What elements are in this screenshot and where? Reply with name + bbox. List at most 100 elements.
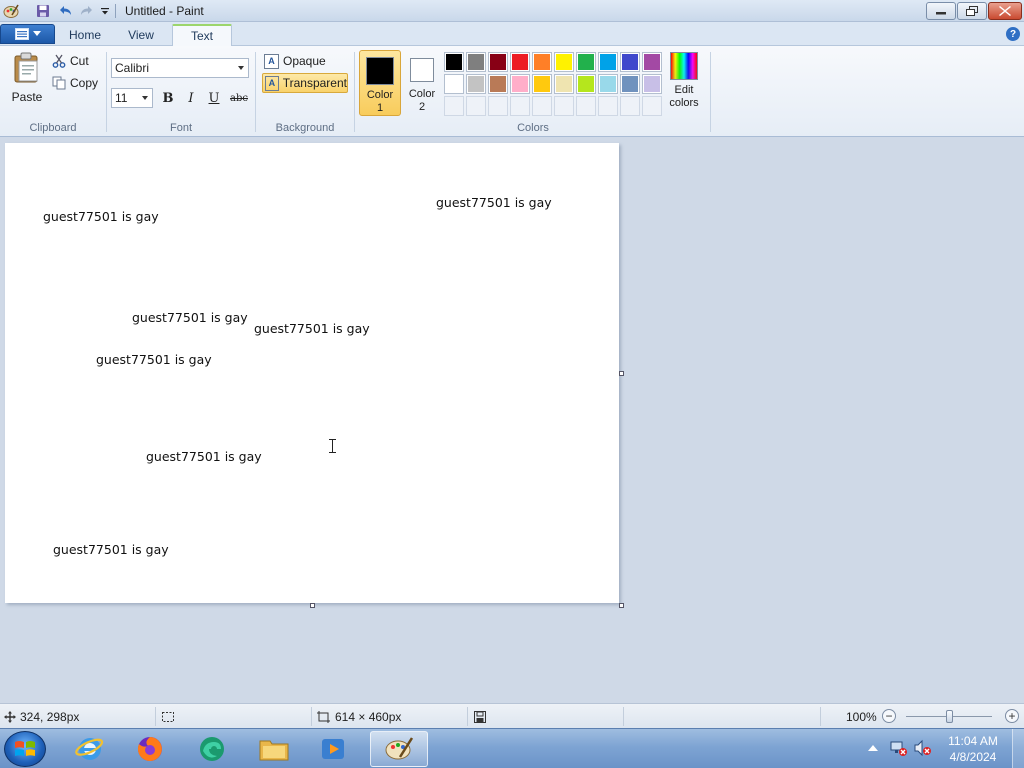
folder-icon [259, 740, 289, 761]
internet-explorer-icon [75, 738, 104, 760]
canvas-text[interactable]: guest77501 is gay [132, 310, 248, 325]
canvas-size: 614 × 460px [317, 704, 401, 729]
resize-handle-right[interactable] [619, 371, 624, 376]
paste-label: Paste [11, 90, 43, 104]
save-icon[interactable] [34, 3, 52, 19]
canvas-text[interactable]: guest77501 is gay [436, 195, 552, 210]
italic-button[interactable]: I [180, 88, 202, 108]
minimize-button[interactable] [926, 2, 956, 20]
file-size [474, 704, 486, 729]
status-separator [623, 707, 624, 726]
font-group: Calibri 11 B I U abc Font [107, 46, 255, 137]
ribbon-tab-row: Home View Text ? [0, 22, 1024, 46]
network-tray-icon[interactable] [890, 737, 908, 759]
volume-tray-icon[interactable] [914, 737, 932, 759]
tab-home-label: Home [68, 28, 101, 42]
canvas-text[interactable]: guest77501 is gay [96, 352, 212, 367]
media-player-taskbar-button[interactable] [306, 731, 362, 767]
font-size-value: 11 [115, 91, 128, 105]
cut-label: Cut [70, 54, 89, 68]
paint-app-icon[interactable] [2, 3, 20, 19]
group-separator [710, 52, 711, 132]
tab-home[interactable]: Home [58, 24, 112, 46]
file-explorer-taskbar-button[interactable] [246, 731, 302, 767]
selection-icon [162, 711, 174, 722]
window-title: Untitled - Paint [125, 4, 204, 18]
copy-button[interactable]: Copy [52, 74, 98, 92]
font-family-value: Calibri [115, 61, 150, 75]
start-button[interactable] [4, 731, 46, 767]
bold-button[interactable]: B [157, 88, 179, 108]
status-separator [155, 707, 156, 726]
speaker-muted-icon [914, 739, 931, 757]
tab-view[interactable]: View [114, 24, 168, 46]
zoom-in-button[interactable]: + [1005, 709, 1019, 723]
disk-icon [474, 710, 486, 723]
help-icon[interactable]: ? [1006, 27, 1020, 41]
internet-explorer-taskbar-button[interactable] [62, 731, 118, 767]
chevron-down-icon [32, 31, 41, 36]
canvas-size-text: 614 × 460px [335, 709, 402, 724]
canvas-text[interactable]: guest77501 is gay [146, 449, 262, 464]
clock-time: 11:04 AM [948, 734, 998, 748]
tab-text-label: Text [190, 29, 213, 43]
title-separator [115, 4, 116, 18]
text-cursor-icon [329, 439, 336, 453]
edge-icon [200, 737, 224, 761]
canvas-text[interactable]: guest77501 is gay [53, 542, 169, 557]
zoom-level-text: 100% [846, 709, 877, 724]
transparent-icon: A [265, 75, 279, 91]
cursor-position: 324, 298px [4, 704, 79, 729]
firefox-icon [137, 737, 162, 761]
transparent-button[interactable]: A Transparent [262, 73, 348, 93]
undo-icon[interactable] [56, 3, 74, 19]
font-family-select[interactable]: Calibri [111, 58, 249, 78]
font-group-label: Font [169, 122, 192, 134]
group-separator [354, 52, 355, 132]
ribbon: Paste Cut Copy Clipboard Calibri 11 B I … [0, 46, 1024, 137]
clock-date: 4/8/2024 [949, 750, 997, 764]
paint-menu-button[interactable] [0, 24, 55, 44]
chevron-down-icon [238, 66, 244, 70]
show-desktop-button[interactable] [1012, 729, 1024, 768]
zoom-level: 100% [846, 704, 877, 729]
underline-button[interactable]: U [203, 88, 225, 108]
selection-size [161, 704, 175, 729]
close-button[interactable] [988, 2, 1022, 20]
windows-logo-icon [15, 741, 35, 756]
chevron-up-icon [868, 745, 878, 751]
cut-button[interactable]: Cut [52, 52, 89, 70]
redo-icon[interactable] [78, 3, 96, 19]
copy-icon [52, 76, 66, 90]
status-separator [311, 707, 312, 726]
status-separator [467, 707, 468, 726]
colors-group: Colors [356, 46, 710, 137]
resize-handle-bottom[interactable] [310, 603, 315, 608]
menu-icon [14, 28, 29, 40]
paint-taskbar-button[interactable] [370, 731, 428, 767]
restore-button[interactable] [957, 2, 987, 20]
opaque-button[interactable]: A Opaque [262, 51, 348, 71]
show-hidden-icons-button[interactable] [868, 737, 878, 759]
resize-handle-corner[interactable] [619, 603, 624, 608]
edge-taskbar-button[interactable] [184, 731, 240, 767]
drawing-canvas[interactable]: guest77501 is gay guest77501 is gay gues… [5, 143, 619, 603]
cursor-position-text: 324, 298px [20, 709, 80, 724]
media-player-icon [322, 739, 344, 759]
canvas-text[interactable]: guest77501 is gay [43, 209, 159, 224]
firefox-taskbar-button[interactable] [122, 731, 178, 767]
canvas-text[interactable]: guest77501 is gay [254, 321, 370, 336]
zoom-out-button[interactable]: − [882, 709, 896, 723]
font-size-select[interactable]: 11 [111, 88, 153, 108]
canvas-workspace[interactable]: guest77501 is gay guest77501 is gay gues… [0, 137, 1024, 703]
zoom-slider-thumb[interactable] [945, 710, 953, 723]
paint-icon [385, 737, 414, 760]
strikethrough-button[interactable]: abc [226, 88, 252, 108]
paste-button[interactable]: Paste [8, 52, 46, 104]
status-separator [820, 707, 821, 726]
taskbar-clock[interactable]: 11:04 AM 4/8/2024 [940, 733, 1006, 765]
chevron-down-icon [142, 96, 148, 100]
tab-text[interactable]: Text [172, 24, 232, 46]
customize-quick-access-icon[interactable] [98, 3, 112, 19]
title-bar: Untitled - Paint [0, 0, 1024, 22]
